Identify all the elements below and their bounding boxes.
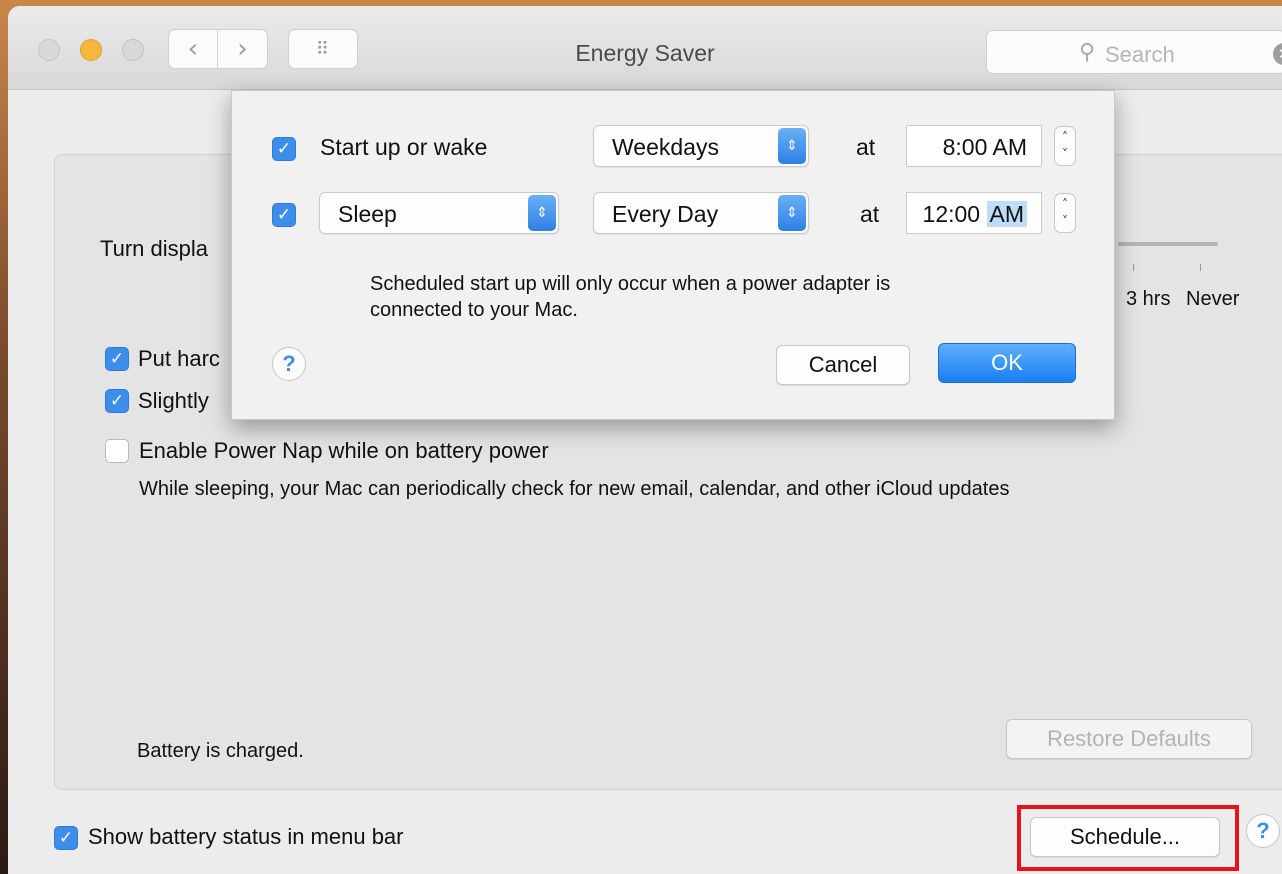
popup-arrows-icon: ⇕: [528, 195, 556, 231]
sleep-action-popup[interactable]: Sleep ⇕: [319, 192, 559, 234]
stepper-up-icon: ˄: [1062, 197, 1068, 211]
check-icon: ✓: [109, 349, 125, 369]
slightly-dim-label: Slightly: [138, 388, 209, 413]
battery-status-text: Battery is charged.: [137, 740, 304, 762]
check-icon: ✓: [109, 391, 125, 411]
schedule-note-line1: Scheduled start up will only occur when …: [370, 273, 891, 295]
schedule-highlight-outline: [1017, 805, 1239, 871]
sleep-time-hours: 12:00: [922, 201, 987, 227]
put-hard-disks-label: Put harc: [138, 346, 220, 371]
start-up-day-popup[interactable]: Weekdays ⇕: [593, 125, 809, 167]
energy-saver-window: ‹ › ⠿ Energy Saver ⚲ Search ✕ Turn displ…: [8, 6, 1282, 874]
sleep-action-value: Sleep: [338, 201, 397, 227]
sleep-time-ampm[interactable]: AM: [986, 201, 1027, 227]
popup-arrows-icon: ⇕: [778, 128, 806, 164]
start-up-day-value: Weekdays: [612, 134, 719, 160]
cancel-button[interactable]: Cancel: [776, 345, 910, 385]
help-button[interactable]: ?: [1246, 814, 1280, 848]
sleep-day-value: Every Day: [612, 201, 719, 227]
power-nap-checkbox[interactable]: [105, 439, 129, 463]
slider-tick: [1200, 264, 1201, 271]
power-nap-description: While sleeping, your Mac can periodicall…: [139, 478, 1010, 500]
popup-arrows-icon: ⇕: [778, 195, 806, 231]
search-placeholder: Search: [1105, 42, 1175, 67]
power-nap-label: Enable Power Nap while on battery power: [139, 438, 549, 463]
sleep-time-stepper[interactable]: ˄ ˅: [1054, 193, 1076, 233]
search-field[interactable]: ⚲ Search ✕: [986, 30, 1282, 74]
start-up-time-field[interactable]: 8:00 AM: [906, 125, 1042, 167]
restore-defaults-button[interactable]: Restore Defaults: [1006, 719, 1252, 759]
slightly-dim-checkbox[interactable]: ✓: [105, 389, 129, 413]
title-bar: ‹ › ⠿ Energy Saver ⚲ Search ✕: [8, 6, 1282, 90]
stepper-down-icon: ˅: [1062, 147, 1068, 161]
start-up-wake-checkbox[interactable]: ✓: [272, 137, 296, 161]
turn-display-off-label: Turn displa: [100, 236, 209, 261]
show-battery-status-checkbox[interactable]: ✓: [54, 826, 78, 850]
stepper-up-icon: ˄: [1062, 130, 1068, 144]
sleep-day-popup[interactable]: Every Day ⇕: [593, 192, 809, 234]
sheet-help-button[interactable]: ?: [272, 347, 306, 381]
search-icon: ⚲: [1079, 40, 1096, 65]
slider-label-never: Never: [1186, 288, 1240, 310]
check-icon: ✓: [276, 139, 292, 159]
put-hard-disks-checkbox[interactable]: ✓: [105, 347, 129, 371]
show-battery-status-label: Show battery status in menu bar: [88, 824, 404, 849]
start-up-at-label: at: [856, 134, 876, 160]
slider-tick: [1133, 264, 1134, 271]
start-up-time-stepper[interactable]: ˄ ˅: [1054, 126, 1076, 166]
schedule-note-line2: connected to your Mac.: [370, 299, 578, 321]
check-icon: ✓: [276, 205, 292, 225]
sleep-time-field[interactable]: 12:00 AM: [906, 192, 1042, 234]
sleep-checkbox[interactable]: ✓: [272, 203, 296, 227]
slider-label-3hrs: 3 hrs: [1126, 288, 1171, 310]
stepper-down-icon: ˅: [1062, 214, 1068, 228]
start-up-wake-label: Start up or wake: [320, 134, 488, 160]
ok-button[interactable]: OK: [938, 343, 1076, 383]
clear-search-icon[interactable]: ✕: [1273, 43, 1282, 65]
schedule-sheet: ✓ Start up or wake Weekdays ⇕ at 8:00 AM…: [231, 90, 1115, 420]
display-sleep-slider-track[interactable]: [1118, 242, 1218, 246]
sleep-at-label: at: [860, 201, 880, 227]
check-icon: ✓: [58, 828, 74, 848]
